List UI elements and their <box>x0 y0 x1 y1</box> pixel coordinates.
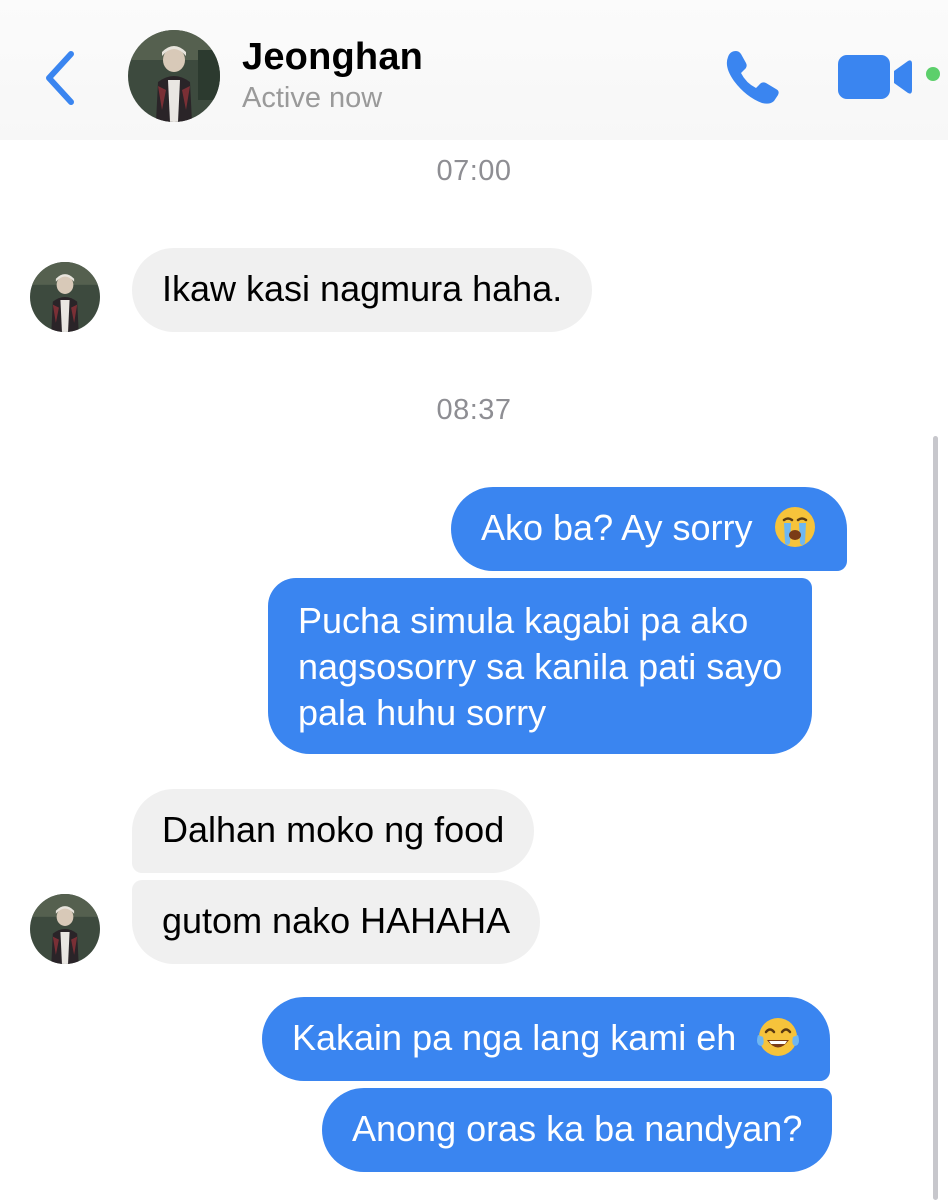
message-text: gutom nako HAHAHA <box>162 900 511 941</box>
tears-of-joy-icon <box>757 1018 800 1057</box>
message-text-line: pala huhu sorry <box>298 692 547 733</box>
contact-name: Jeonghan <box>242 36 424 78</box>
incoming-message[interactable]: Dalhan moko ng food <box>132 789 535 873</box>
video-call-button[interactable] <box>836 50 920 104</box>
message-text: Ikaw kasi nagmura haha. <box>162 268 563 309</box>
message-text: Anong oras ka ba nandyan? <box>352 1108 803 1149</box>
contact-status: Active now <box>242 82 383 114</box>
outgoing-message[interactable]: Pucha simula kagabi pa ako nagsosorry sa… <box>268 578 813 754</box>
scrollbar[interactable] <box>933 436 938 1200</box>
avatar-photo <box>30 894 100 964</box>
timestamp: 08:37 <box>436 394 512 426</box>
avatar-photo <box>30 262 100 332</box>
message-text-line: Pucha simula kagabi pa ako <box>298 600 749 641</box>
message-text: Kakain pa nga lang kami eh <box>292 1017 737 1058</box>
chat-screen: Jeonghan Active now 07:00 Ikaw kasi nagm… <box>0 0 948 1200</box>
audio-call-button[interactable] <box>716 44 790 110</box>
contact-avatar-small[interactable] <box>30 262 100 332</box>
avatar-photo <box>128 30 220 122</box>
message-text-line: nagsosorry sa kanila pati sayo <box>298 646 783 687</box>
video-camera-icon <box>838 55 912 99</box>
outgoing-message[interactable]: Anong oras ka ba nandyan? <box>322 1088 833 1172</box>
contact-avatar[interactable] <box>128 30 220 122</box>
timestamp: 07:00 <box>436 155 512 187</box>
outgoing-message[interactable]: Ako ba? Ay sorry <box>451 487 847 571</box>
chat-header: Jeonghan Active now <box>0 0 948 140</box>
incoming-message[interactable]: Ikaw kasi nagmura haha. <box>132 248 593 332</box>
loudly-crying-face-icon <box>774 507 815 548</box>
incoming-message[interactable]: gutom nako HAHAHA <box>132 880 541 964</box>
back-button[interactable] <box>36 46 84 110</box>
message-text: Dalhan moko ng food <box>162 809 505 850</box>
contact-avatar-small[interactable] <box>30 894 100 964</box>
message-text: Ako ba? Ay sorry <box>481 507 753 548</box>
outgoing-message[interactable]: Kakain pa nga lang kami eh <box>262 997 831 1081</box>
online-indicator <box>926 67 940 81</box>
phone-icon <box>726 51 779 104</box>
chevron-left-icon <box>46 51 74 105</box>
